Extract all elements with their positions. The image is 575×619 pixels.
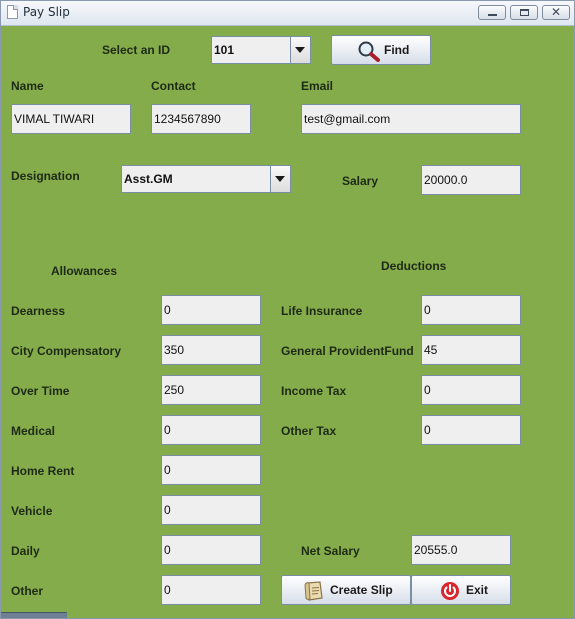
contact-label: Contact	[151, 79, 196, 93]
over-time-label: Over Time	[11, 384, 70, 398]
name-field[interactable]: VIMAL TIWARI	[11, 104, 131, 134]
chevron-down-icon[interactable]	[290, 37, 310, 63]
vehicle-label: Vehicle	[11, 504, 53, 518]
dearness-field[interactable]: 0	[161, 295, 261, 325]
find-button[interactable]: Find	[331, 35, 431, 65]
allowances-heading: Allowances	[51, 264, 118, 278]
minimize-button[interactable]	[478, 5, 506, 20]
close-icon: ✕	[551, 5, 562, 19]
city-compensatory-label: City Compensatory	[11, 344, 122, 358]
designation-combobox[interactable]: Asst.GM	[121, 165, 291, 193]
other-label: Other	[11, 584, 44, 598]
life-insurance-label: Life Insurance	[281, 304, 363, 318]
pay-slip-window: Pay Slip ✕ Select an ID 101 Find Name Co…	[0, 0, 575, 619]
find-button-label: Find	[384, 43, 410, 57]
life-insurance-field[interactable]: 0	[421, 295, 521, 325]
id-combobox-value: 101	[214, 43, 235, 57]
net-salary-label: Net Salary	[301, 544, 360, 558]
vehicle-field[interactable]: 0	[161, 495, 261, 525]
designation-combobox-value: Asst.GM	[124, 172, 173, 186]
maximize-icon	[520, 9, 529, 16]
exit-button-label: Exit	[466, 583, 489, 597]
id-combobox[interactable]: 101	[211, 36, 311, 64]
other-tax-field[interactable]: 0	[421, 415, 521, 445]
provident-fund-label: General ProvidentFund	[281, 344, 414, 358]
income-tax-field[interactable]: 0	[421, 375, 521, 405]
minimize-icon	[488, 14, 497, 16]
other-tax-label: Other Tax	[281, 424, 337, 438]
salary-field[interactable]: 20000.0	[421, 165, 521, 195]
contact-field[interactable]: 1234567890	[151, 104, 251, 134]
net-salary-field[interactable]: 20555.0	[411, 535, 511, 565]
medical-field[interactable]: 0	[161, 415, 261, 445]
home-rent-label: Home Rent	[11, 464, 75, 478]
window-title: Pay Slip	[23, 5, 70, 19]
over-time-field[interactable]: 250	[161, 375, 261, 405]
title-bar[interactable]: Pay Slip ✕	[1, 1, 574, 26]
daily-field[interactable]: 0	[161, 535, 261, 565]
deductions-heading: Deductions	[381, 259, 447, 273]
scroll-icon	[304, 581, 323, 601]
chevron-down-icon[interactable]	[270, 166, 290, 192]
income-tax-label: Income Tax	[281, 384, 347, 398]
select-id-label: Select an ID	[102, 43, 171, 57]
status-strip	[1, 612, 67, 618]
city-compensatory-field[interactable]: 350	[161, 335, 261, 365]
other-field[interactable]: 0	[161, 575, 261, 605]
salary-label: Salary	[342, 174, 379, 188]
email-label: Email	[301, 79, 334, 93]
maximize-button[interactable]	[510, 5, 538, 20]
email-field[interactable]: test@gmail.com	[301, 104, 521, 134]
exit-button[interactable]: Exit	[411, 575, 511, 605]
power-icon	[441, 582, 459, 600]
medical-label: Medical	[11, 424, 56, 438]
designation-label: Designation	[11, 169, 80, 183]
document-icon	[7, 5, 18, 19]
home-rent-field[interactable]: 0	[161, 455, 261, 485]
magnifier-icon	[358, 41, 380, 62]
create-slip-button[interactable]: Create Slip	[281, 575, 411, 605]
daily-label: Daily	[11, 544, 40, 558]
name-label: Name	[11, 79, 44, 93]
create-slip-button-label: Create Slip	[330, 583, 393, 597]
close-button[interactable]: ✕	[542, 5, 570, 20]
dearness-label: Dearness	[11, 304, 66, 318]
provident-fund-field[interactable]: 45	[421, 335, 521, 365]
